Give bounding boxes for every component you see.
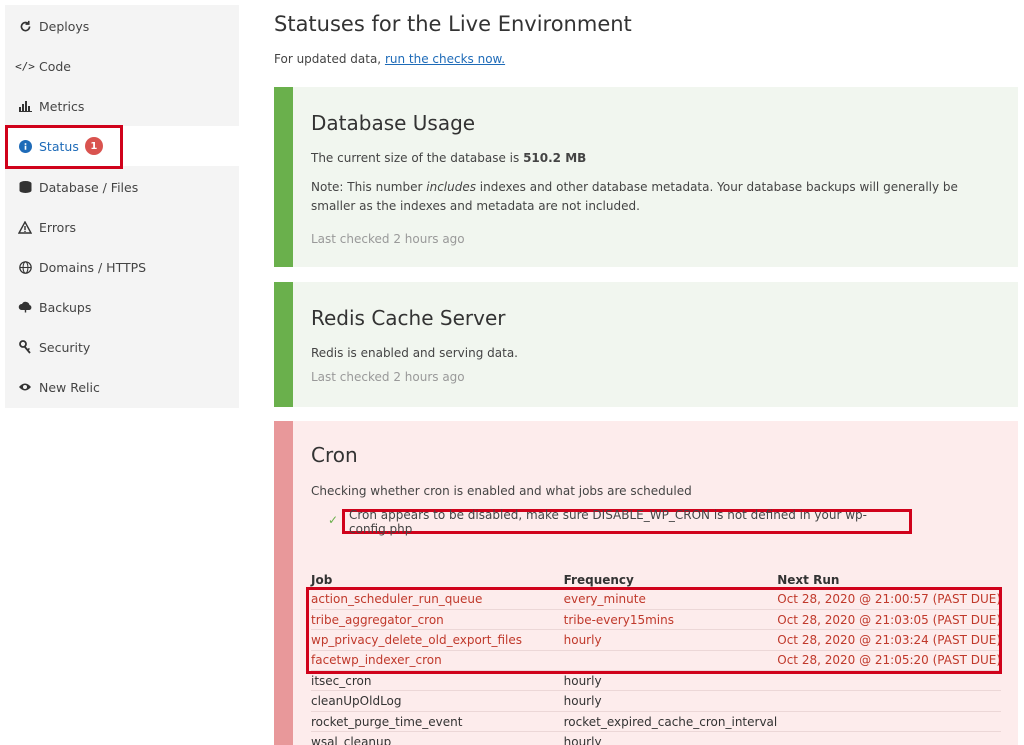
cell-next-run: Oct 28, 2020 @ 21:03:24 (PAST DUE) [777, 629, 1001, 651]
cell-frequency: hourly [563, 670, 778, 691]
sidebar-item-label: Errors [39, 219, 76, 235]
status-ok-bar [274, 87, 293, 267]
cell-next-run [777, 670, 1001, 691]
cell-frequency [563, 649, 778, 671]
sidebar-item-label: Security [39, 339, 91, 355]
card-title: Database Usage [311, 111, 476, 135]
database-icon [17, 179, 33, 195]
sidebar: Deploys </> Code Metrics Status 1 Databa… [5, 5, 239, 408]
table-row: facetwp_indexer_cron Oct 28, 2020 @ 21:05… [311, 649, 1001, 671]
cell-next-run: Oct 28, 2020 @ 21:00:57 (PAST DUE) [777, 588, 1001, 610]
card-title: Redis Cache Server [311, 306, 506, 330]
cell-job: wsal_cleanup [311, 731, 564, 745]
sidebar-item-domains-https[interactable]: Domains / HTTPS [5, 247, 239, 287]
notification-badge: 1 [84, 137, 103, 155]
sidebar-item-status[interactable]: Status 1 [5, 126, 239, 166]
sidebar-item-deploys[interactable]: Deploys [5, 6, 239, 46]
table-row: action_scheduler_run_queue every_minute Oc… [311, 588, 1001, 610]
cron-subtitle: Checking whether cron is enabled and wha… [311, 484, 692, 498]
cron-jobs-table: Job Frequency Next Run action_scheduler_… [311, 571, 1001, 745]
page-title: Statuses for the Live Environment [274, 12, 632, 36]
database-size-text: The current size of the database is 510.… [311, 151, 587, 165]
cell-frequency: rocket_expired_cache_cron_interval [563, 710, 778, 732]
column-header-next-run: Next Run [777, 572, 840, 587]
table-row: cleanUpOldLog hourly [311, 690, 1001, 712]
cell-frequency: hourly [563, 731, 778, 745]
status-error-bar [274, 421, 293, 745]
warning-icon [17, 219, 33, 235]
sidebar-item-label: Deploys [39, 18, 90, 34]
cron-disabled-message: Cron appears to be disabled, make sure D… [342, 508, 912, 536]
check-icon: ✓ [328, 513, 339, 527]
info-icon [17, 138, 33, 154]
key-icon [17, 339, 33, 355]
cell-frequency: tribe-every15mins [563, 608, 778, 630]
sidebar-item-code[interactable]: </> Code [5, 46, 239, 86]
cell-next-run [777, 690, 1001, 712]
sidebar-item-new-relic[interactable]: New Relic [5, 367, 239, 407]
status-ok-bar [274, 282, 293, 407]
cell-next-run [777, 731, 1001, 745]
cell-job: rocket_purge_time_event [311, 710, 564, 732]
last-checked: Last checked 2 hours ago [311, 232, 465, 246]
cloud-upload-icon [17, 299, 33, 315]
sidebar-item-metrics[interactable]: Metrics [5, 86, 239, 126]
cell-next-run: Oct 28, 2020 @ 21:05:20 (PAST DUE) [777, 649, 1001, 671]
sidebar-item-database-files[interactable]: Database / Files [5, 167, 239, 207]
cell-frequency: hourly [563, 629, 778, 651]
sidebar-item-label: Database / Files [39, 179, 139, 195]
sidebar-item-label: Backups [39, 299, 92, 315]
table-header-row: Job Frequency Next Run [311, 571, 1001, 589]
column-header-frequency: Frequency [563, 572, 634, 587]
intro-text: For updated data, run the checks now. [274, 52, 506, 66]
cell-job: itsec_cron [311, 670, 564, 691]
cell-next-run: Oct 28, 2020 @ 21:03:05 (PAST DUE) [777, 608, 1001, 630]
sidebar-item-label: New Relic [39, 379, 100, 395]
sidebar-item-security[interactable]: Security [5, 327, 239, 367]
column-header-job: Job [311, 572, 333, 587]
run-checks-link[interactable]: run the checks now. [385, 52, 505, 66]
database-size-value: 510.2 MB [523, 151, 587, 165]
code-icon: </> [15, 59, 35, 73]
redis-cache-card: Redis Cache Server Redis is enabled and … [274, 282, 1018, 407]
cell-frequency: hourly [563, 690, 778, 712]
cell-job: tribe_aggregator_cron [311, 608, 564, 630]
sidebar-item-label: Metrics [39, 98, 85, 114]
table-row: tribe_aggregator_cron tribe-every15mins Oc… [311, 608, 1001, 630]
cell-job: wp_privacy_delete_old_export_files [311, 629, 564, 651]
table-row: wsal_cleanup hourly [311, 731, 1001, 745]
refresh-icon [17, 18, 33, 34]
last-checked: Last checked 2 hours ago [311, 370, 465, 384]
eye-icon [17, 379, 33, 395]
database-usage-card: Database Usage The current size of the d… [274, 87, 1018, 267]
sidebar-item-label: Domains / HTTPS [39, 259, 147, 275]
sidebar-item-label: Code [39, 58, 72, 74]
card-title: Cron [311, 443, 358, 467]
globe-icon [17, 259, 33, 275]
cell-job: facetwp_indexer_cron [311, 649, 564, 671]
database-note: Note: This number includes indexes and o… [311, 180, 958, 213]
table-row: wp_privacy_delete_old_export_files hourly… [311, 629, 1001, 651]
bar-chart-icon [17, 98, 33, 114]
sidebar-item-label: Status [39, 138, 79, 154]
cell-job: action_scheduler_run_queue [311, 588, 564, 610]
cell-next-run [777, 710, 1001, 732]
cell-job: cleanUpOldLog [311, 690, 564, 712]
sidebar-item-backups[interactable]: Backups [5, 287, 239, 327]
redis-status-text: Redis is enabled and serving data. [311, 346, 518, 360]
table-row: itsec_cron hourly [311, 670, 1001, 691]
cell-frequency: every_minute [563, 588, 778, 610]
sidebar-item-errors[interactable]: Errors [5, 207, 239, 247]
table-row: rocket_purge_time_event rocket_expired_ca… [311, 710, 1001, 732]
